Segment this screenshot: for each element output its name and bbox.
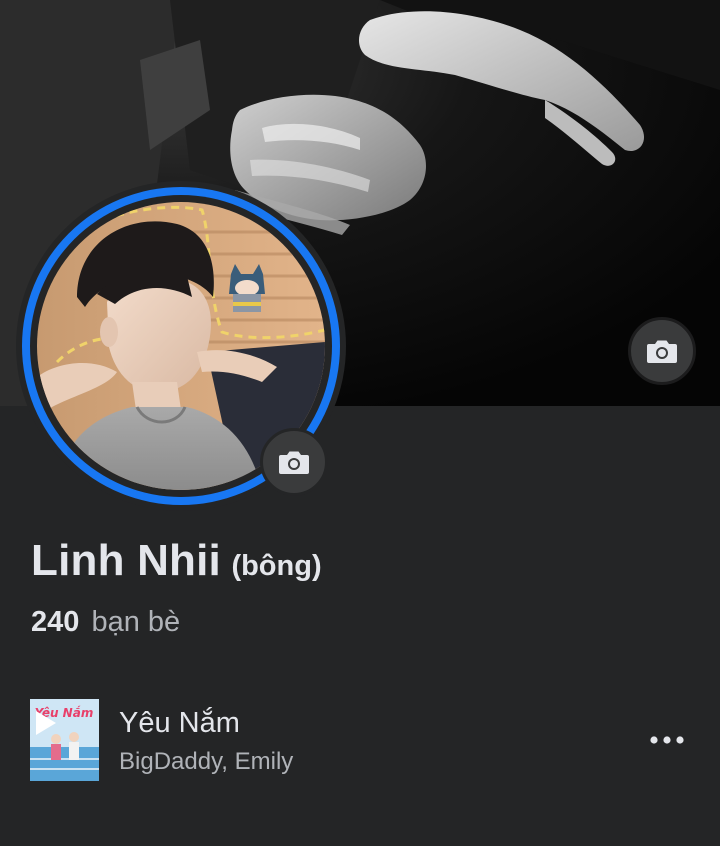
- more-horizontal-icon: [650, 736, 684, 744]
- camera-icon: [279, 451, 309, 474]
- avatar-camera-button[interactable]: [260, 428, 328, 496]
- profile-name: Linh Nhii (bông): [31, 536, 322, 586]
- profile-picture-container: [16, 181, 346, 511]
- cover-camera-button[interactable]: [628, 317, 696, 385]
- profile-music-row[interactable]: Yêu Nắm Yêu Nắm BigDaddy, Emily: [0, 690, 720, 790]
- profile-page: Linh Nhii (bông) 240 bạn bè Yêu Nắm Yêu …: [0, 0, 720, 846]
- song-artist: BigDaddy, Emily: [119, 748, 294, 775]
- camera-icon: [647, 340, 677, 363]
- friends-count[interactable]: 240 bạn bè: [31, 606, 180, 639]
- friends-count-number: 240: [31, 606, 80, 638]
- more-options-button[interactable]: [640, 725, 694, 755]
- album-art[interactable]: Yêu Nắm: [30, 699, 99, 781]
- profile-name-main: Linh Nhii: [31, 536, 221, 585]
- song-title: Yêu Nắm: [119, 707, 240, 739]
- profile-alternate-name: (bông): [231, 550, 322, 582]
- friends-count-label: bạn bè: [91, 606, 181, 638]
- album-cover-image: Yêu Nắm: [30, 699, 99, 781]
